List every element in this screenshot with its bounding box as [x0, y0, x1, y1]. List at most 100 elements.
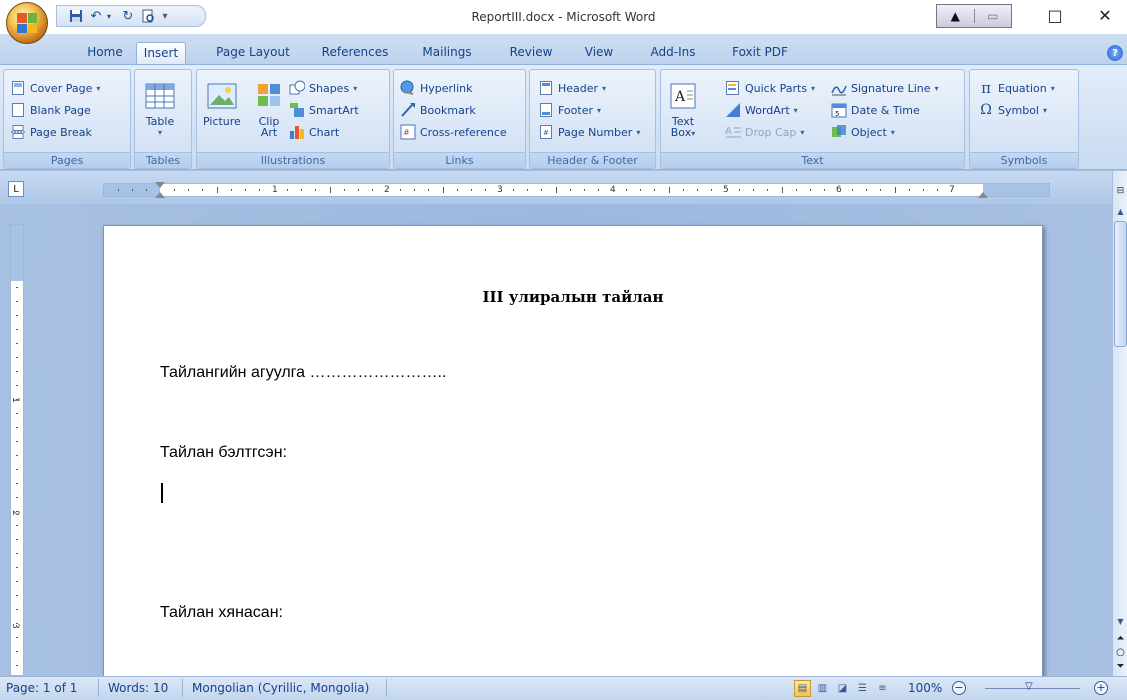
wordart-icon — [725, 102, 741, 118]
tab-page-layout[interactable]: Page Layout — [208, 42, 298, 64]
print-layout-view-icon[interactable]: ▤ — [794, 680, 811, 697]
tab-references[interactable]: References — [314, 42, 396, 64]
object-button[interactable]: Object ▾ — [831, 122, 895, 142]
tab-review[interactable]: Review — [502, 42, 560, 64]
ruler-tick — [668, 187, 670, 193]
v-ruler-number: 2 — [9, 510, 20, 516]
group-symbols: π Equation ▾ Ω Symbol ▾ Symbols — [969, 69, 1079, 169]
date-time-button[interactable]: 5 Date & Time — [831, 100, 920, 120]
zoom-slider-thumb[interactable]: ▽ — [1025, 681, 1033, 693]
ruler-tick — [329, 187, 331, 193]
outline-view-icon[interactable]: ☰ — [854, 680, 871, 697]
tab-home[interactable]: Home — [80, 42, 130, 64]
cover-page-button[interactable]: Cover Page ▾ — [10, 78, 100, 98]
header-button[interactable]: Header ▾ — [538, 78, 606, 98]
clip-art-button[interactable]: Clip Art — [253, 80, 285, 138]
ruler-tick — [145, 189, 147, 191]
web-layout-view-icon[interactable]: ◪ — [834, 680, 851, 697]
picture-button[interactable]: Picture — [203, 80, 241, 127]
first-line-indent-marker[interactable] — [155, 182, 165, 188]
tab-insert[interactable]: Insert — [136, 42, 186, 64]
ruler-tick — [484, 189, 486, 191]
v-ruler-number: 3 — [9, 623, 20, 629]
page-number-icon: # — [538, 124, 554, 140]
document-paragraph-reviewed-by: Тайлан хянасан: — [160, 604, 283, 621]
document-heading: III улиралын тайлан — [482, 288, 664, 306]
tab-view[interactable]: View — [574, 42, 624, 64]
text-box-button[interactable]: A Text Box▾ — [667, 80, 699, 139]
ruler-tick — [16, 413, 18, 414]
zoom-level[interactable]: 100% — [908, 681, 942, 695]
header-icon — [538, 80, 554, 96]
zoom-out-icon[interactable]: − — [952, 681, 966, 695]
word-count-indicator[interactable]: Words: 10 — [108, 681, 168, 695]
document-page[interactable]: III улиралын тайлан Тайлангийн агуулга …… — [103, 225, 1043, 676]
restore-small-icon[interactable]: ▭ — [973, 9, 1012, 23]
smartart-button[interactable]: SmartArt — [289, 100, 359, 120]
ruler-tick — [16, 343, 18, 344]
ruler-tick — [16, 637, 18, 638]
page-number-button[interactable]: # Page Number ▾ — [538, 122, 640, 142]
wordart-button[interactable]: WordArt ▾ — [725, 100, 798, 120]
full-screen-reading-view-icon[interactable]: ▥ — [814, 680, 831, 697]
ruler-tick — [922, 189, 924, 191]
draft-view-icon[interactable]: ≡ — [874, 680, 891, 697]
maximize-button[interactable]: □ — [1035, 2, 1075, 28]
select-browse-object-icon[interactable]: ○ — [1113, 647, 1127, 658]
equation-button[interactable]: π Equation ▾ — [978, 78, 1055, 98]
drop-cap-button[interactable]: A Drop Cap ▾ — [725, 122, 804, 142]
tab-foxit-pdf[interactable]: Foxit PDF — [722, 42, 798, 64]
ruler-tick — [16, 287, 18, 288]
symbol-button[interactable]: Ω Symbol ▾ — [978, 100, 1047, 120]
scrollbar-thumb[interactable] — [1114, 221, 1127, 347]
up-arrow-icon[interactable]: ▲ — [937, 9, 974, 23]
chart-button[interactable]: Chart — [289, 122, 339, 142]
footer-button[interactable]: Footer ▾ — [538, 100, 601, 120]
previous-page-icon[interactable]: ⏶ — [1113, 633, 1127, 644]
hanging-indent-marker[interactable] — [155, 192, 165, 198]
calendar-icon: 5 — [831, 102, 847, 118]
right-indent-marker[interactable] — [978, 192, 988, 198]
ruler-tick — [202, 189, 204, 191]
ruler-tick — [16, 553, 18, 554]
tab-mailings[interactable]: Mailings — [414, 42, 480, 64]
ruler-tick — [809, 189, 811, 191]
close-button[interactable]: ✕ — [1085, 2, 1125, 28]
bookmark-button[interactable]: Bookmark — [400, 100, 476, 120]
help-icon[interactable]: ? — [1107, 45, 1123, 61]
vertical-scrollbar[interactable]: ⊟ ▲ ▼ ⏶ ○ ⏷ — [1112, 171, 1127, 676]
page-count-indicator[interactable]: Page: 1 of 1 — [6, 681, 77, 695]
scroll-up-arrow-icon[interactable]: ▲ — [1113, 205, 1127, 219]
office-button[interactable] — [6, 2, 48, 44]
hyperlink-button[interactable]: Hyperlink — [400, 78, 473, 98]
zoom-in-icon[interactable]: + — [1094, 681, 1108, 695]
view-ruler-toggle-icon[interactable]: ⊟ — [1114, 183, 1127, 199]
svg-text:5: 5 — [835, 110, 839, 118]
custom-window-buttons: ▲ ▭ — [936, 4, 1012, 28]
quick-parts-icon — [725, 80, 741, 96]
ruler-tick — [908, 189, 910, 191]
tab-add-ins[interactable]: Add-Ins — [644, 42, 702, 64]
signature-line-button[interactable]: Signature Line ▾ — [831, 78, 939, 98]
shapes-button[interactable]: Shapes ▾ — [289, 78, 357, 98]
page-break-button[interactable]: Page Break — [10, 122, 92, 142]
table-button[interactable]: Table ▾ — [144, 80, 176, 138]
language-indicator[interactable]: Mongolian (Cyrillic, Mongolia) — [192, 681, 369, 695]
next-page-icon[interactable]: ⏷ — [1113, 661, 1127, 672]
horizontal-ruler[interactable]: 1 2 3 4 5 6 7 — [103, 182, 1050, 198]
ruler-number: 2 — [384, 185, 390, 195]
tab-stop-selector[interactable]: L — [8, 181, 24, 197]
ruler-tick — [894, 187, 896, 193]
ruler-tick — [470, 189, 472, 191]
title-bar: ↶ ▾ ↻ ▾ ReportIII.docx - Microsoft Word … — [0, 0, 1127, 44]
cross-reference-button[interactable]: # Cross-reference — [400, 122, 507, 142]
group-label-header-footer: Header & Footer — [530, 152, 655, 168]
vertical-ruler[interactable]: 1 2 3 — [10, 224, 24, 676]
blank-page-button[interactable]: Blank Page — [10, 100, 91, 120]
ruler-tick — [569, 189, 571, 191]
scroll-down-arrow-icon[interactable]: ▼ — [1113, 615, 1127, 629]
quick-parts-button[interactable]: Quick Parts ▾ — [725, 78, 815, 98]
ruler-tick — [16, 651, 18, 652]
drop-cap-icon: A — [725, 124, 741, 140]
chart-icon — [289, 124, 305, 140]
